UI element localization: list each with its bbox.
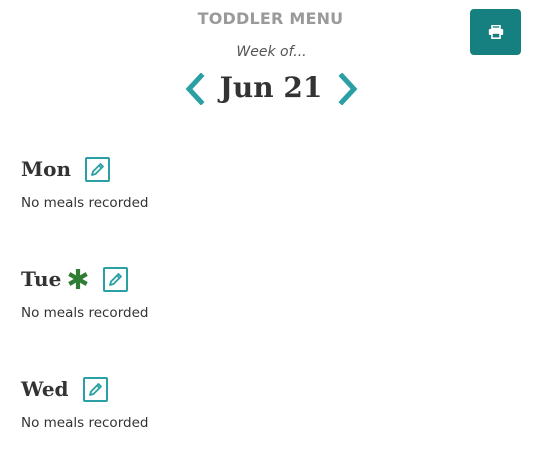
printer-icon: [488, 25, 503, 39]
edit-day-button[interactable]: [82, 376, 108, 402]
no-meals-text: No meals recorded: [21, 305, 149, 321]
edit-day-button[interactable]: [85, 156, 111, 182]
day-name: Tue: [21, 267, 62, 291]
chevron-left-icon[interactable]: [184, 73, 206, 105]
day-section-tue: Tue No meals recorded: [21, 264, 148, 321]
day-header: Wed: [21, 374, 148, 404]
day-section-mon: Mon No meals recorded: [21, 154, 148, 211]
pencil-icon: [88, 382, 102, 396]
page-title: TODDLER MENU: [197, 9, 344, 28]
pencil-icon: [109, 272, 123, 286]
day-name: Mon: [21, 157, 72, 181]
day-header: Tue: [21, 264, 148, 294]
no-meals-text: No meals recorded: [21, 415, 149, 431]
week-of-label: Week of...: [236, 44, 307, 60]
pencil-icon: [91, 162, 104, 176]
day-name: Wed: [21, 377, 69, 401]
week-date: Jun 21: [219, 71, 323, 104]
asterisk-icon: [68, 269, 89, 289]
edit-day-button[interactable]: [103, 266, 129, 292]
day-section-wed: Wed No meals recorded: [21, 374, 148, 431]
day-header: Mon: [21, 154, 148, 184]
chevron-right-icon[interactable]: [337, 73, 359, 105]
week-navigator: Jun 21: [180, 66, 360, 112]
no-meals-text: No meals recorded: [21, 195, 149, 211]
